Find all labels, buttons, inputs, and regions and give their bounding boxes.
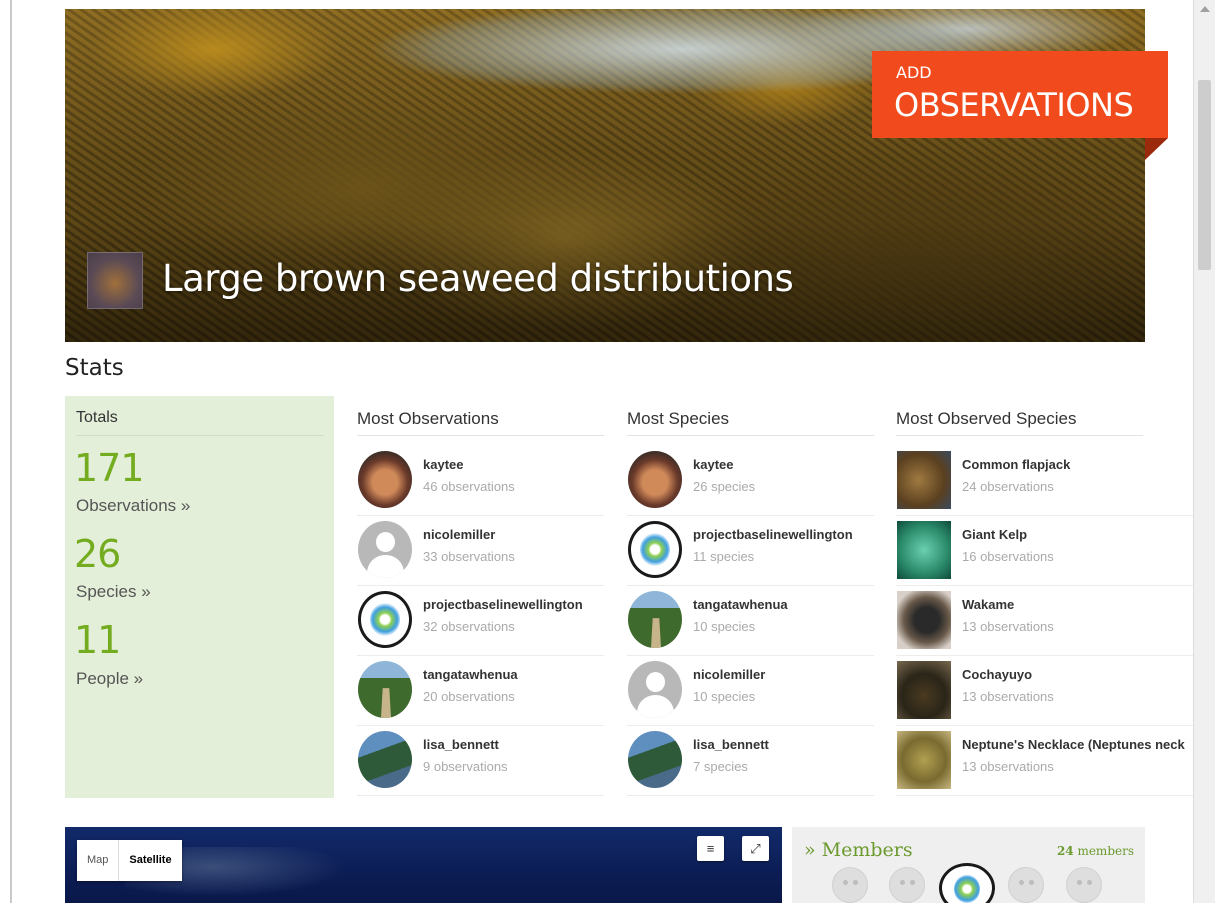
species-photo[interactable] [897, 451, 951, 509]
members-link[interactable]: » Members [804, 839, 913, 861]
species-name[interactable]: Wakame [962, 597, 1014, 612]
project-title: Large brown seaweed distributions [162, 257, 794, 300]
member-avatar[interactable] [832, 867, 868, 903]
list-item[interactable]: Common flapjack 24 observations [896, 446, 1193, 516]
user-count: 33 observations [423, 549, 515, 564]
people-count: 11 [74, 618, 121, 662]
user-count: 20 observations [423, 689, 515, 704]
species-photo[interactable] [897, 731, 951, 789]
species-count: 13 observations [962, 759, 1054, 774]
avatar[interactable] [358, 451, 412, 508]
most-species-heading: Most Species [627, 409, 874, 436]
list-item[interactable]: Giant Kelp 16 observations [896, 516, 1193, 586]
list-item[interactable]: lisa_bennett 9 observations [357, 726, 604, 796]
user-name[interactable]: projectbaselinewellington [423, 597, 583, 612]
list-item[interactable]: lisa_bennett 7 species [627, 726, 874, 796]
species-photo[interactable] [897, 661, 951, 719]
species-count: 24 observations [962, 479, 1054, 494]
user-count: 32 observations [423, 619, 515, 634]
list-item[interactable]: tangatawhenua 10 species [627, 586, 874, 656]
people-link[interactable]: People » [76, 669, 143, 689]
compass-avatar-icon[interactable] [358, 591, 412, 648]
user-name[interactable]: kaytee [693, 457, 733, 472]
user-name[interactable]: kaytee [423, 457, 463, 472]
avatar[interactable] [628, 591, 682, 648]
stats-heading: Stats [65, 355, 124, 381]
compass-avatar-icon[interactable] [628, 521, 682, 578]
species-count: 13 observations [962, 689, 1054, 704]
vertical-scrollbar[interactable] [1193, 0, 1215, 903]
list-item[interactable]: tangatawhenua 20 observations [357, 656, 604, 726]
observations-label: OBSERVATIONS [894, 86, 1134, 124]
scrollbar-thumb[interactable] [1198, 80, 1211, 270]
species-photo[interactable] [897, 521, 951, 579]
avatar[interactable] [628, 731, 682, 788]
species-name[interactable]: Neptune's Necklace (Neptunes neck [962, 737, 1185, 752]
user-count: 11 species [693, 549, 755, 564]
members-count: 24 members [1057, 844, 1134, 858]
user-count: 26 species [693, 479, 756, 494]
species-link[interactable]: Species » [76, 582, 151, 602]
list-item[interactable]: projectbaselinewellington 32 observation… [357, 586, 604, 656]
list-item[interactable]: Wakame 13 observations [896, 586, 1193, 656]
default-avatar-icon[interactable] [358, 521, 412, 578]
species-count: 26 [74, 532, 121, 576]
user-name[interactable]: lisa_bennett [693, 737, 769, 752]
list-item[interactable]: kaytee 26 species [627, 446, 874, 516]
member-avatar[interactable] [1066, 867, 1102, 903]
default-avatar-icon[interactable] [628, 661, 682, 718]
fullscreen-icon[interactable]: ⤢ [742, 836, 769, 861]
species-name[interactable]: Giant Kelp [962, 527, 1027, 542]
add-observations-button[interactable]: ADD OBSERVATIONS [872, 51, 1168, 138]
ribbon-fold [1145, 138, 1168, 160]
member-avatar[interactable] [1008, 867, 1044, 903]
user-name[interactable]: lisa_bennett [423, 737, 499, 752]
user-count: 10 species [693, 619, 756, 634]
member-avatar[interactable] [889, 867, 925, 903]
species-name[interactable]: Common flapjack [962, 457, 1070, 472]
species-name[interactable]: Cochayuyo [962, 667, 1032, 682]
observations-count: 171 [74, 446, 145, 490]
user-name[interactable]: tangatawhenua [423, 667, 518, 682]
user-name[interactable]: tangatawhenua [693, 597, 788, 612]
members-panel: » Members 24 members [792, 827, 1145, 903]
list-item[interactable]: nicolemiller 33 observations [357, 516, 604, 586]
observations-map[interactable]: Map Satellite ≡ ⤢ [65, 827, 782, 903]
user-name[interactable]: nicolemiller [693, 667, 765, 682]
totals-panel: Totals 171 Observations » 26 Species » 1… [65, 396, 334, 798]
scroll-up-icon[interactable] [1200, 6, 1210, 12]
list-item[interactable]: Cochayuyo 13 observations [896, 656, 1193, 726]
species-photo[interactable] [897, 591, 951, 649]
species-count: 13 observations [962, 619, 1054, 634]
most-observed-species-heading: Most Observed Species [896, 409, 1143, 436]
totals-heading: Totals [76, 409, 324, 436]
user-count: 7 species [693, 759, 748, 774]
member-avatar[interactable] [939, 863, 995, 903]
layers-icon[interactable]: ≡ [697, 836, 724, 861]
members-count-label: members [1073, 844, 1134, 858]
map-type-satellite[interactable]: Satellite [118, 840, 181, 881]
list-item[interactable]: projectbaselinewellington 11 species [627, 516, 874, 586]
list-item[interactable]: nicolemiller 10 species [627, 656, 874, 726]
project-icon [87, 252, 143, 309]
avatar[interactable] [358, 661, 412, 718]
window-frame [10, 0, 12, 903]
species-count: 16 observations [962, 549, 1054, 564]
list-item[interactable]: Neptune's Necklace (Neptunes neck 13 obs… [896, 726, 1193, 796]
observations-link[interactable]: Observations » [76, 496, 190, 516]
user-name[interactable]: nicolemiller [423, 527, 495, 542]
user-count: 9 observations [423, 759, 508, 774]
map-type-toggle: Map Satellite [77, 840, 182, 881]
map-type-map[interactable]: Map [77, 840, 118, 881]
user-count: 10 species [693, 689, 756, 704]
most-observations-heading: Most Observations [357, 409, 604, 436]
user-count: 46 observations [423, 479, 515, 494]
members-count-number: 24 [1056, 844, 1074, 858]
avatar[interactable] [628, 451, 682, 508]
user-name[interactable]: projectbaselinewellington [693, 527, 853, 542]
list-item[interactable]: kaytee 46 observations [357, 446, 604, 516]
add-label: ADD [896, 63, 932, 82]
avatar[interactable] [358, 731, 412, 788]
